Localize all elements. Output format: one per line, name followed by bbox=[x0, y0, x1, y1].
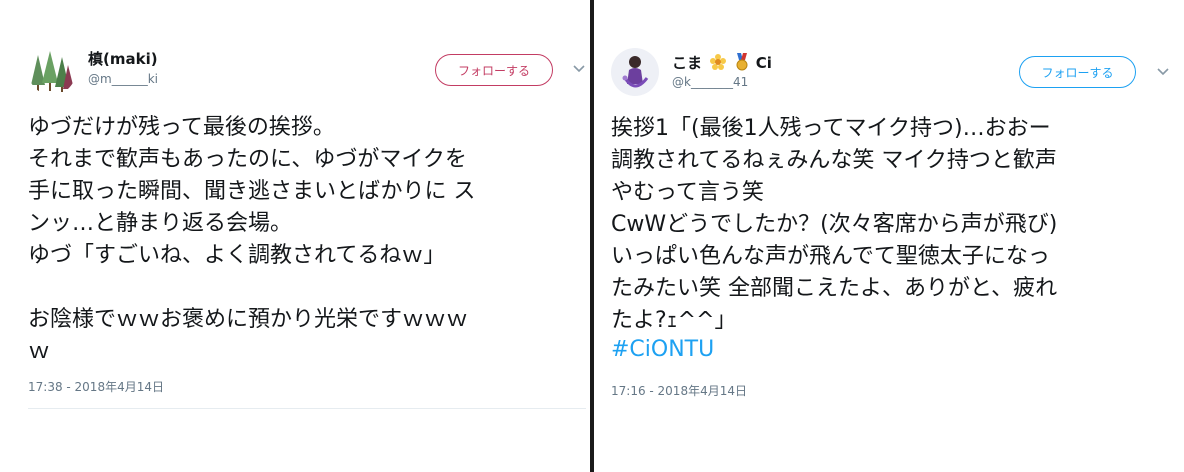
user-avatar-forest[interactable] bbox=[28, 47, 76, 95]
skater-avatar-icon bbox=[611, 48, 659, 96]
user-handle[interactable]: @k_______41 bbox=[672, 75, 748, 89]
user-handle[interactable]: @m______ki bbox=[88, 72, 158, 86]
display-name[interactable]: こま Ci bbox=[672, 52, 772, 73]
flower-icon bbox=[710, 54, 727, 70]
tweet-card-left: 槙(maki) @m______ki フォローする ゆづだけが残って最後の挨拶。… bbox=[0, 0, 590, 472]
user-avatar-skater[interactable] bbox=[611, 48, 659, 96]
forest-avatar-icon bbox=[28, 47, 76, 95]
chevron-down-icon[interactable] bbox=[571, 61, 587, 77]
chevron-down-icon[interactable] bbox=[1155, 64, 1171, 80]
hashtag-link[interactable]: #CiONTU bbox=[611, 337, 714, 362]
tweet-timestamp[interactable]: 17:16 - 2018年4月14日 bbox=[611, 382, 747, 399]
tweet-body: ゆづだけが残って最後の挨拶。 それまで歓声もあったのに、ゆづがマイクを 手に取っ… bbox=[28, 115, 476, 364]
follow-button[interactable]: フォローする bbox=[1019, 56, 1136, 88]
medal-icon bbox=[736, 53, 748, 71]
display-name-text: こま bbox=[672, 54, 703, 72]
tweet-card-right: こま Ci @k_______41 フォローする 挨拶1「(最後1人残ってマイク… bbox=[594, 0, 1184, 472]
tweet-body: 挨拶1「(最後1人残ってマイク持つ)…おおー 調教されてるねぇみんな笑 マイク持… bbox=[611, 116, 1058, 333]
display-name[interactable]: 槙(maki) bbox=[88, 48, 158, 69]
divider-line bbox=[28, 408, 586, 409]
display-name-suffix: Ci bbox=[755, 54, 772, 72]
follow-button[interactable]: フォローする bbox=[435, 54, 553, 86]
tweet-timestamp[interactable]: 17:38 - 2018年4月14日 bbox=[28, 378, 164, 395]
